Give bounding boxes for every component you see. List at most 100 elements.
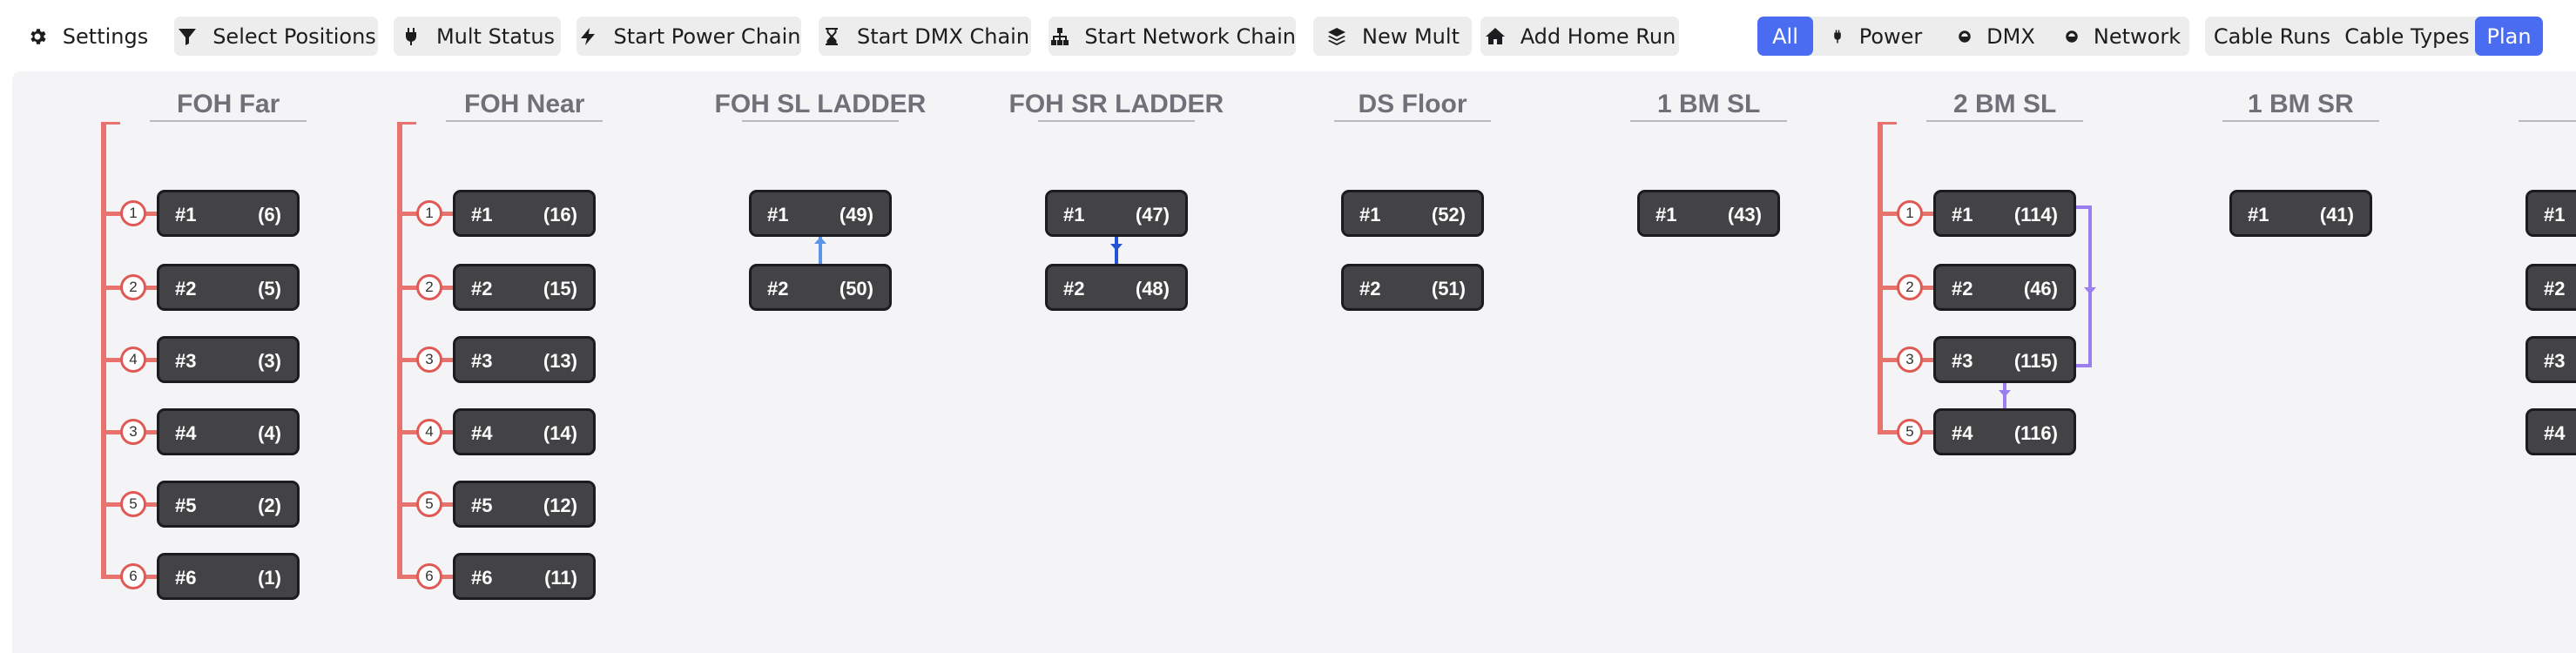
mult-channel: (4)	[258, 422, 281, 444]
mult-node[interactable]: #5 (2)	[157, 481, 300, 528]
position-title[interactable]: FOH Far	[177, 90, 280, 119]
home-icon	[1484, 25, 1507, 48]
mult-node[interactable]: #5 (12)	[453, 481, 596, 528]
mult-channel: (41)	[2319, 204, 2354, 226]
view-cable-runs-button[interactable]: Cable Runs	[2205, 17, 2339, 56]
view-cable-types-label: Cable Types	[2344, 24, 2470, 49]
mult-node[interactable]: #1 (43)	[1637, 190, 1780, 237]
mult-node[interactable]: #6 (1)	[157, 553, 300, 600]
settings-button[interactable]: Settings	[19, 17, 155, 56]
mult-number: #2	[471, 278, 493, 300]
home-run-order-badge[interactable]: 6	[120, 563, 146, 589]
add-home-run-button[interactable]: Add Home Run	[1480, 17, 1679, 56]
mult-node[interactable]: #6 (11)	[453, 553, 596, 600]
home-run-order-badge[interactable]: 1	[120, 200, 146, 226]
filter-dmx-button[interactable]: DMX	[1937, 17, 2053, 56]
start-dmx-chain-button[interactable]: Start DMX Chain	[819, 17, 1031, 56]
home-run-order-badge[interactable]: 2	[416, 274, 442, 300]
chain-link	[814, 237, 826, 264]
filter-network-button[interactable]: Network	[2053, 17, 2189, 56]
layers-icon	[1325, 25, 1348, 48]
view-cable-types-button[interactable]: Cable Types	[2339, 17, 2475, 56]
mult-channel: (13)	[543, 350, 577, 372]
position-title[interactable]: 2 BM SL	[1953, 90, 2056, 119]
mult-channel: (52)	[1431, 204, 1466, 226]
mult-node[interactable]: #1 (114)	[1933, 190, 2076, 237]
mult-channel: (12)	[543, 495, 577, 516]
mult-status-button[interactable]: Mult Status	[394, 17, 561, 56]
mult-number: #4	[1952, 422, 1973, 444]
mult-node[interactable]: #1	[2525, 190, 2576, 237]
plug-small-icon	[1828, 27, 1847, 46]
start-power-chain-label: Start Power Chain	[613, 24, 801, 49]
mult-node[interactable]: #4 (14)	[453, 408, 596, 455]
home-run-order-badge[interactable]: 3	[416, 347, 442, 373]
select-positions-button[interactable]: Select Positions	[174, 17, 378, 56]
home-run-order-badge[interactable]: 2	[120, 274, 146, 300]
toolbar: Settings Select Positions Mult Status St…	[0, 0, 2576, 71]
filter-network-label: Network	[2093, 24, 2182, 49]
home-run-order-badge[interactable]: 2	[1897, 274, 1923, 300]
position-title[interactable]: 1 BM SL	[1657, 90, 1760, 119]
position-title-underline	[1630, 120, 1787, 122]
home-run-order-badge[interactable]: 5	[416, 491, 442, 517]
home-run-order-badge[interactable]: 6	[416, 563, 442, 589]
home-run-order-badge[interactable]: 5	[1897, 419, 1923, 445]
mult-node[interactable]: #3 (13)	[453, 336, 596, 383]
mult-node[interactable]: #4	[2525, 408, 2576, 455]
home-run-order-badge[interactable]: 1	[1897, 200, 1923, 226]
view-plan-button[interactable]: Plan	[2475, 17, 2543, 56]
mult-node[interactable]: #4 (4)	[157, 408, 300, 455]
position-title[interactable]: FOH SL LADDER	[715, 90, 927, 119]
mult-node[interactable]: #4 (116)	[1933, 408, 2076, 455]
mult-number: #2	[1063, 278, 1085, 300]
mult-node[interactable]: #1 (16)	[453, 190, 596, 237]
home-run-order-badge[interactable]: 1	[416, 200, 442, 226]
mult-node[interactable]: #2	[2525, 264, 2576, 311]
home-run-order-badge[interactable]: 3	[120, 419, 146, 445]
position-title[interactable]: FOH Near	[464, 90, 584, 119]
new-mult-button[interactable]: New Mult	[1313, 17, 1472, 56]
mult-number: #2	[767, 278, 789, 300]
mult-number: #5	[471, 495, 493, 516]
home-run-trunk	[101, 122, 106, 579]
filter-power-button[interactable]: Power	[1813, 17, 1937, 56]
home-run-order-badge[interactable]: 4	[120, 347, 146, 373]
mult-node[interactable]: #1 (47)	[1045, 190, 1188, 237]
home-run-trunk	[1878, 122, 1883, 434]
mult-channel: (15)	[543, 278, 577, 300]
mult-node[interactable]: #3 (3)	[157, 336, 300, 383]
mult-node[interactable]: #1 (6)	[157, 190, 300, 237]
mult-node[interactable]: #2 (46)	[1933, 264, 2076, 311]
position-column: 2#1#2#3#4	[2381, 71, 2576, 653]
mult-node[interactable]: #1 (49)	[749, 190, 892, 237]
mult-number: #1	[1359, 204, 1381, 226]
position-title[interactable]: FOH SR LADDER	[1009, 90, 1224, 119]
home-run-order-badge[interactable]: 4	[416, 419, 442, 445]
home-run-order-badge[interactable]: 3	[1897, 347, 1923, 373]
mult-channel: (2)	[258, 495, 281, 516]
mult-number: #1	[1656, 204, 1677, 226]
mult-node[interactable]: #1 (41)	[2229, 190, 2372, 237]
position-title[interactable]: DS Floor	[1359, 90, 1467, 119]
mult-node[interactable]: #2 (15)	[453, 264, 596, 311]
mult-node[interactable]: #3 (115)	[1933, 336, 2076, 383]
mult-node[interactable]: #2 (50)	[749, 264, 892, 311]
mult-number: #2	[2544, 278, 2566, 300]
filter-all-button[interactable]: All	[1757, 17, 1813, 56]
mult-node[interactable]: #2 (48)	[1045, 264, 1188, 311]
mult-node[interactable]: #3	[2525, 336, 2576, 383]
mult-channel: (116)	[2013, 422, 2058, 444]
position-title[interactable]: 1 BM SR	[2248, 90, 2354, 119]
mult-channel: (11)	[544, 567, 577, 589]
mult-channel: (14)	[543, 422, 577, 444]
start-power-chain-button[interactable]: Start Power Chain	[577, 17, 801, 56]
mult-node[interactable]: #2 (5)	[157, 264, 300, 311]
mult-channel: (46)	[2023, 278, 2058, 300]
start-network-chain-button[interactable]: Start Network Chain	[1049, 17, 1296, 56]
mult-node[interactable]: #2 (51)	[1341, 264, 1484, 311]
home-run-order-badge[interactable]: 5	[120, 491, 146, 517]
mult-node[interactable]: #1 (52)	[1341, 190, 1484, 237]
start-network-chain-label: Start Network Chain	[1084, 24, 1296, 49]
position-column: DS Floor #1 (52) #2 (51)	[1197, 71, 1493, 653]
